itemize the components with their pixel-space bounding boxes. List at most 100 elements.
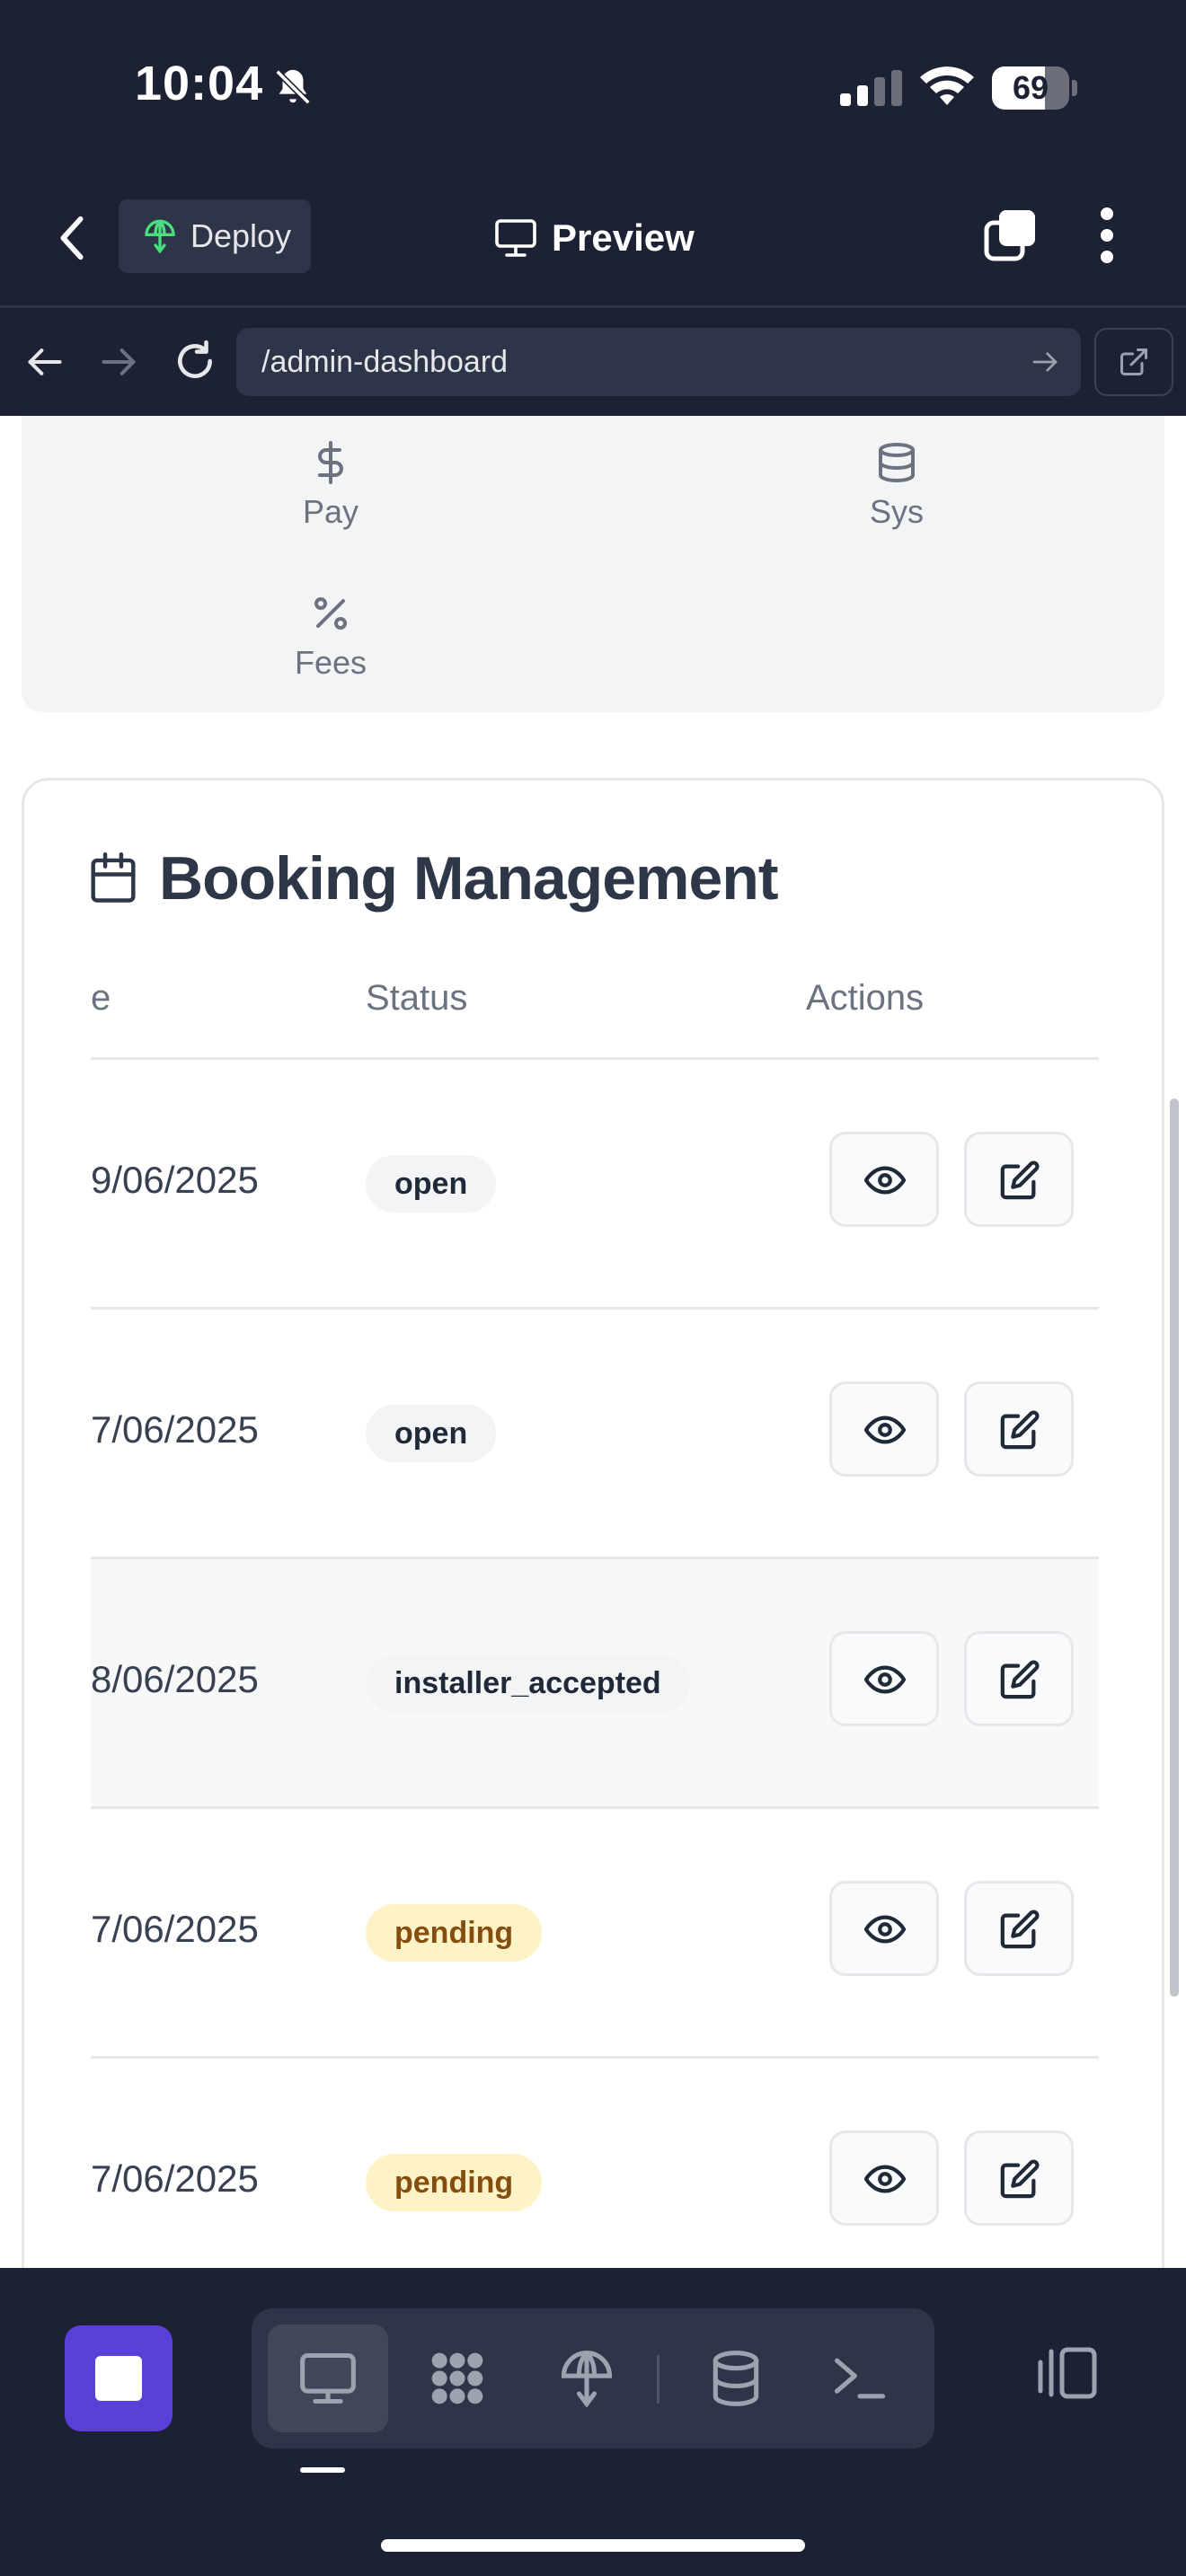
column-header-date: e (91, 978, 111, 1018)
status-bar: 10:04 69 (0, 0, 1186, 171)
tool-database[interactable] (676, 2325, 796, 2432)
status-badge: pending (366, 2154, 543, 2211)
booking-date: 7/06/2025 (91, 1408, 259, 1451)
booking-date: 8/06/2025 (91, 1658, 259, 1700)
status-badge: pending (366, 1904, 543, 1962)
edit-booking-button[interactable] (964, 1631, 1074, 1726)
eye-icon (864, 1915, 906, 1944)
edit-booking-button[interactable] (964, 1381, 1074, 1477)
bottom-toolbar (0, 2268, 1186, 2576)
browser-bar: /admin-dashboard (0, 308, 1186, 416)
go-arrow-icon[interactable] (1031, 348, 1059, 376)
more-options-icon[interactable] (1091, 207, 1123, 264)
booking-date: 9/06/2025 (91, 1159, 259, 1201)
status-badge: open (366, 1405, 497, 1462)
view-booking-button[interactable] (829, 1132, 939, 1227)
preview-title-text: Preview (552, 216, 695, 259)
edit-icon (1000, 1410, 1040, 1450)
percent-icon (314, 597, 347, 630)
external-link-icon (1120, 348, 1147, 375)
monitor-icon (495, 219, 536, 257)
table-row: 9/06/2025 open (91, 1060, 1099, 1310)
calendar-icon (91, 852, 136, 903)
database-icon (879, 443, 915, 482)
status-time: 10:04 (135, 57, 264, 110)
tabs-icon[interactable] (981, 207, 1039, 264)
card-title: Booking Management (89, 843, 778, 913)
browser-forward-icon[interactable] (99, 342, 138, 382)
edit-icon (1000, 1910, 1040, 1949)
view-booking-button[interactable] (829, 2130, 939, 2226)
database-icon (712, 2351, 759, 2406)
table-row: 7/06/2025 pending (91, 1809, 1099, 2059)
back-chevron-icon[interactable] (54, 214, 90, 262)
app-bar: Deploy Preview (0, 171, 1186, 308)
booking-management-card: Booking Management e Status Actions 9/06… (22, 778, 1164, 2268)
booking-table: e Status Actions 9/06/2025 open 7/06/202… (91, 933, 1099, 2268)
browser-back-icon[interactable] (25, 342, 65, 382)
eye-icon (864, 1665, 906, 1694)
column-header-actions: Actions (806, 978, 925, 1018)
status-badge: open (366, 1155, 497, 1213)
page-scrollbar[interactable] (1170, 1098, 1179, 1997)
nav-item-fees[interactable]: Fees (241, 592, 420, 682)
terminal-icon (834, 2358, 886, 2399)
edit-icon (1000, 1160, 1040, 1200)
eye-icon (864, 1166, 906, 1195)
page-content: Pay Sys Fees Booking Management e Status… (0, 416, 1186, 2268)
tool-group (252, 2308, 934, 2448)
table-row: 8/06/2025 installer_accepted (91, 1559, 1099, 1809)
open-external-button[interactable] (1094, 328, 1173, 396)
bell-off-icon (275, 69, 311, 105)
nav-item-pay[interactable]: Pay (241, 441, 420, 531)
card-title-text: Booking Management (159, 844, 778, 913)
booking-date: 7/06/2025 (91, 2157, 259, 2200)
workflow-icon (431, 2352, 483, 2404)
nav-item-sys[interactable]: Sys (807, 441, 987, 531)
layout-toggle-icon[interactable] (1035, 2343, 1100, 2403)
url-text: /admin-dashboard (261, 344, 509, 379)
cellular-signal-icon (840, 70, 902, 106)
eye-icon (864, 1416, 906, 1444)
tool-workflows[interactable] (397, 2325, 518, 2432)
edit-icon (1000, 2159, 1040, 2199)
column-header-status: Status (366, 978, 468, 1018)
deploy-icon (561, 2351, 613, 2408)
url-field[interactable]: /admin-dashboard (236, 328, 1081, 396)
active-tool-indicator (300, 2467, 345, 2473)
dollar-icon (318, 441, 343, 484)
battery-level: 69 (1012, 69, 1049, 106)
desktop-icon (300, 2352, 356, 2404)
nav-item-label: Sys (869, 493, 924, 530)
booking-date: 7/06/2025 (91, 1908, 259, 1950)
nav-item-label: Fees (294, 644, 367, 681)
reload-icon[interactable] (173, 339, 217, 384)
view-booking-button[interactable] (829, 1631, 939, 1726)
stop-icon (95, 2356, 142, 2401)
edit-icon (1000, 1660, 1040, 1699)
toolbar-divider (657, 2355, 659, 2404)
eye-icon (864, 2165, 906, 2193)
status-badge: installer_accepted (366, 1654, 690, 1712)
edit-booking-button[interactable] (964, 2130, 1074, 2226)
nav-item-label: Pay (302, 493, 359, 530)
view-booking-button[interactable] (829, 1881, 939, 1976)
table-row: 7/06/2025 pending (91, 2059, 1099, 2268)
home-indicator (381, 2539, 805, 2552)
deploy-button[interactable]: Deploy (119, 199, 311, 273)
table-header: e Status Actions (91, 933, 1099, 1060)
tool-deployments[interactable] (527, 2325, 647, 2432)
battery-indicator: 69 (992, 66, 1078, 110)
admin-nav-card: Pay Sys Fees (22, 416, 1164, 712)
deploy-label: Deploy (190, 217, 292, 254)
tool-shell[interactable] (800, 2325, 920, 2432)
edit-booking-button[interactable] (964, 1881, 1074, 1976)
wifi-icon (920, 66, 974, 105)
deploy-icon (145, 219, 175, 254)
table-row: 7/06/2025 open (91, 1310, 1099, 1559)
tool-preview[interactable] (268, 2325, 388, 2432)
view-booking-button[interactable] (829, 1381, 939, 1477)
edit-booking-button[interactable] (964, 1132, 1074, 1227)
preview-title: Preview (494, 207, 695, 269)
stop-button[interactable] (65, 2325, 173, 2431)
